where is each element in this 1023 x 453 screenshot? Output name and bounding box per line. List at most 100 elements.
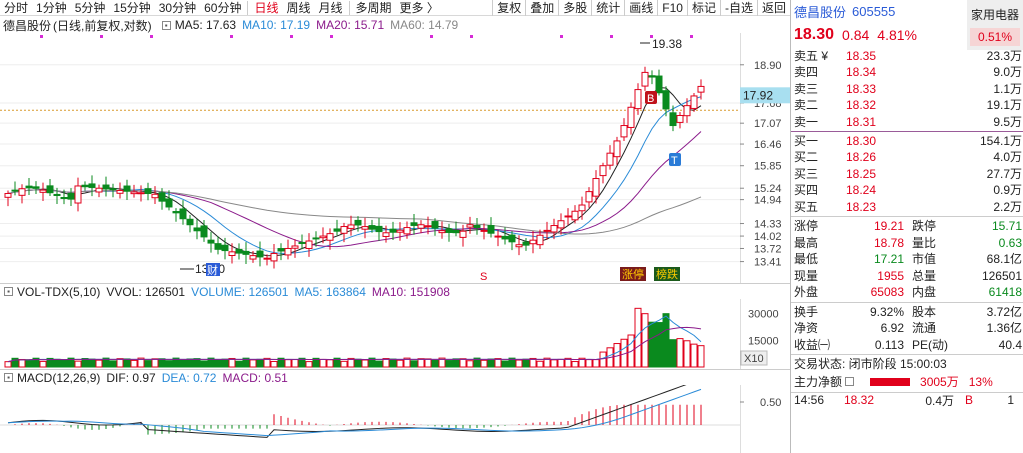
period-tab[interactable]: 日线 — [250, 0, 282, 16]
candle[interactable] — [151, 186, 159, 205]
candle[interactable] — [571, 205, 579, 224]
event-marker[interactable] — [40, 35, 43, 38]
candle[interactable] — [676, 112, 684, 129]
candle[interactable] — [25, 177, 33, 196]
period-tab[interactable]: 多周期 — [352, 0, 396, 16]
event-marker[interactable] — [560, 35, 563, 38]
period-tab[interactable]: 15分钟 — [109, 0, 154, 16]
candle[interactable] — [459, 224, 467, 247]
event-marker[interactable] — [230, 35, 233, 38]
period-tab[interactable]: 分时 — [0, 0, 32, 16]
toolbar-button[interactable]: 画线 — [624, 0, 657, 16]
event-marker[interactable] — [150, 35, 153, 38]
sector-box[interactable]: 家用电器 0.51% — [967, 0, 1023, 50]
toolbar-button[interactable]: F10 — [657, 0, 687, 16]
ask-row[interactable]: 卖四 18.34 9.0万 — [791, 64, 1023, 80]
bid-row[interactable]: 买二 18.26 4.0万 — [791, 149, 1023, 165]
bid-row[interactable]: 买五 18.23 2.2万 — [791, 199, 1023, 215]
candle[interactable] — [410, 214, 418, 235]
event-marker[interactable] — [290, 35, 293, 38]
candle[interactable] — [116, 182, 124, 199]
period-tab[interactable]: 30分钟 — [155, 0, 200, 16]
candle[interactable] — [480, 223, 488, 240]
candle[interactable] — [46, 178, 54, 197]
candle[interactable] — [32, 181, 40, 195]
candle[interactable] — [641, 66, 649, 91]
volume-chart[interactable] — [0, 299, 740, 369]
candle[interactable] — [361, 217, 369, 239]
candle[interactable] — [228, 243, 236, 264]
candle[interactable] — [648, 70, 656, 85]
event-marker[interactable] — [430, 35, 433, 38]
candle[interactable] — [186, 214, 194, 233]
candle[interactable] — [179, 200, 187, 225]
candle[interactable] — [697, 79, 705, 100]
period-tab[interactable]: 更多 〉 — [396, 0, 443, 16]
candle[interactable] — [445, 223, 453, 242]
period-tab[interactable]: 60分钟 — [200, 0, 245, 16]
bid-row[interactable]: 买三 18.25 27.7万 — [791, 166, 1023, 182]
candle[interactable] — [270, 244, 278, 269]
candle[interactable] — [599, 162, 607, 184]
candle[interactable] — [655, 69, 663, 96]
candle[interactable] — [102, 176, 110, 197]
candle[interactable] — [375, 218, 383, 241]
candle[interactable] — [67, 188, 75, 206]
candle[interactable] — [256, 241, 264, 267]
candle[interactable] — [95, 184, 103, 198]
bid-row[interactable]: 买一 18.30 154.1万 — [791, 133, 1023, 149]
collapse-icon[interactable]: ▪ — [4, 287, 13, 296]
event-marker[interactable] — [690, 35, 693, 38]
ask-row[interactable]: 卖二 18.32 19.1万 — [791, 97, 1023, 113]
ask-row[interactable]: 卖三 18.33 1.1万 — [791, 81, 1023, 97]
candle[interactable] — [333, 219, 341, 236]
candle[interactable] — [291, 239, 299, 258]
event-marker[interactable] — [470, 35, 473, 38]
toolbar-button[interactable]: 统计 — [591, 0, 624, 16]
toolbar-button[interactable]: 复权 — [492, 0, 525, 16]
bid-row[interactable]: 买四 18.24 0.9万 — [791, 182, 1023, 198]
candle[interactable] — [81, 181, 89, 191]
event-marker[interactable] — [330, 35, 333, 38]
event-marker[interactable] — [100, 35, 103, 38]
candle[interactable] — [508, 231, 516, 251]
candle[interactable] — [18, 184, 26, 204]
candle[interactable] — [319, 227, 327, 244]
candle[interactable] — [564, 208, 572, 225]
candle[interactable] — [207, 231, 215, 253]
candle[interactable] — [396, 222, 404, 241]
macd-chart[interactable] — [0, 385, 740, 453]
candle[interactable] — [683, 98, 691, 123]
candle[interactable] — [466, 216, 474, 234]
candlestick-chart[interactable]: 19.3813.30BT财S涨停榜跌 — [0, 33, 740, 283]
toolbar-button[interactable]: 标记 — [686, 0, 720, 16]
candle[interactable] — [88, 175, 96, 197]
candle[interactable] — [74, 177, 82, 212]
event-marker[interactable] — [610, 35, 613, 38]
candle[interactable] — [417, 220, 425, 234]
candle[interactable] — [389, 221, 397, 240]
collapse-icon[interactable]: ▪ — [161, 20, 171, 30]
candle[interactable] — [172, 208, 180, 222]
candle[interactable] — [123, 179, 131, 200]
candle[interactable] — [235, 243, 243, 260]
ask-row[interactable]: 卖一 18.31 9.5万 — [791, 114, 1023, 130]
candle[interactable] — [144, 182, 152, 201]
candle[interactable] — [39, 182, 47, 201]
candle[interactable] — [347, 215, 355, 236]
period-tab[interactable]: 周线 — [282, 0, 314, 16]
toolbar-button[interactable]: -自选 — [719, 0, 757, 16]
period-tab[interactable]: 月线 — [315, 0, 347, 16]
ask-row[interactable]: 卖五 ¥ 18.35 23.3万 — [791, 48, 1023, 64]
candle[interactable] — [585, 187, 593, 208]
candle[interactable] — [529, 230, 537, 254]
candle[interactable] — [473, 218, 481, 235]
candle[interactable] — [494, 230, 502, 247]
candle[interactable] — [592, 170, 600, 204]
candle[interactable] — [284, 239, 292, 260]
candle[interactable] — [627, 102, 635, 135]
expand-icon[interactable] — [845, 377, 855, 387]
candle[interactable] — [620, 118, 628, 142]
toolbar-button[interactable]: 返回 — [756, 0, 790, 16]
collapse-icon[interactable]: ▪ — [4, 373, 13, 382]
